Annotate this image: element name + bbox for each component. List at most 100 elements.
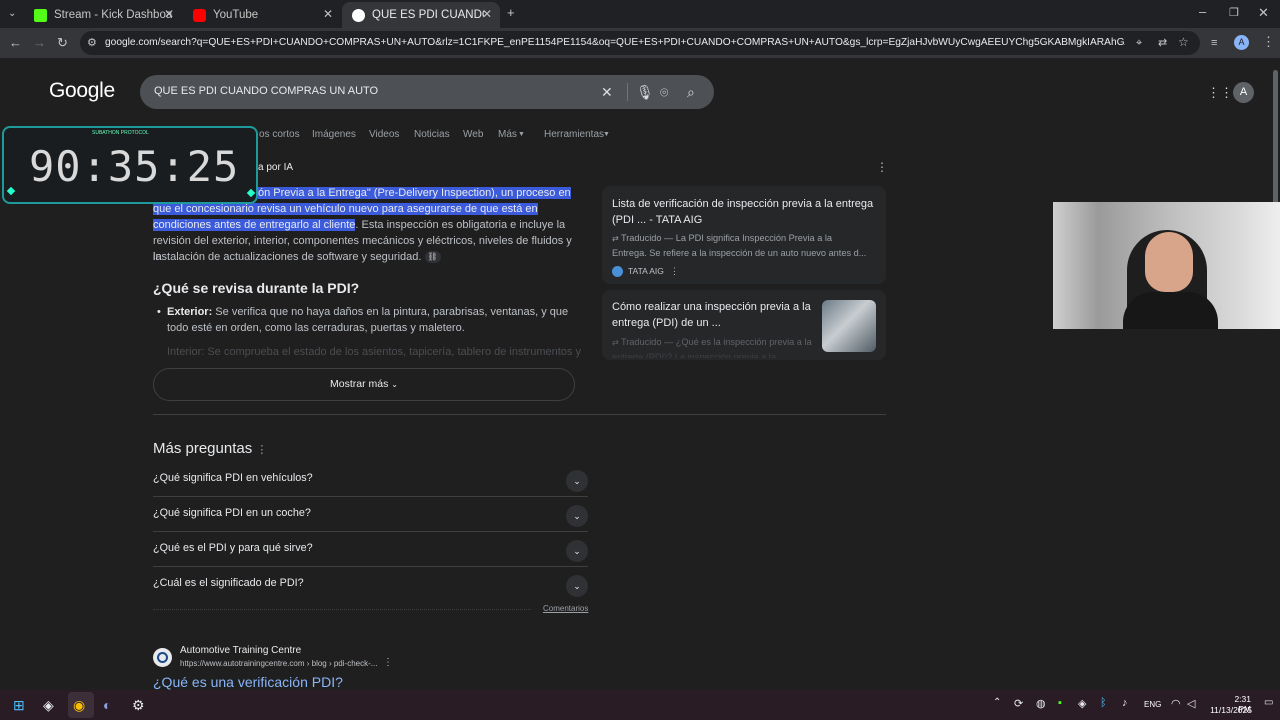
result-url[interactable]: https://www.autotrainingcentre.com › blo… (180, 659, 377, 668)
tab-search-icon[interactable]: ⌄ (8, 7, 16, 21)
more-options-icon[interactable]: ⋮ (876, 160, 888, 174)
search-box[interactable]: QUE ES PDI CUANDO COMPRAS UN AUTO ✕ 🎙 ⌾ … (140, 75, 714, 109)
source-title[interactable]: entrega (PDI) de un ... (612, 315, 721, 331)
bullet-exterior-cont: todo esté en orden, como las cerraduras,… (167, 322, 465, 334)
wifi-icon[interactable]: ◠ (1171, 697, 1181, 710)
result-site-name[interactable]: Automotive Training Centre (180, 645, 301, 656)
source-card[interactable]: Lista de verificación de inspección prev… (602, 186, 886, 284)
paa-item[interactable]: ¿Qué es el PDI y para qué sirve? ⌄ (153, 532, 588, 567)
language-indicator[interactable]: ENG (1144, 700, 1161, 709)
arrow-left-icon[interactable]: ← (9, 36, 22, 50)
chevron-down-icon[interactable]: ⌄ (566, 575, 588, 597)
close-icon[interactable]: ✕ (601, 84, 613, 101)
chevron-down-icon[interactable]: ⌄ (566, 505, 588, 527)
timer-value: 90:35:25 (29, 142, 240, 191)
mic-tray-icon[interactable]: ♪ (1122, 697, 1128, 709)
source-card[interactable]: Cómo realizar una inspección previa a la… (602, 290, 886, 360)
result-title-link[interactable]: ¿Qué es una verificación PDI? (153, 674, 343, 690)
scrollbar[interactable] (1271, 58, 1280, 690)
ai-overview-label: a por IA (258, 162, 294, 173)
camera-icon[interactable]: ⌾ (660, 84, 668, 101)
close-icon[interactable]: ✕ (482, 7, 492, 21)
source-site: TATA AIG (628, 266, 664, 276)
scrollbar-thumb[interactable] (1273, 70, 1278, 210)
search-icon[interactable]: ⌕ (687, 84, 695, 101)
tab-kick[interactable]: Stream - Kick Dashboard ✕ (24, 2, 182, 28)
source-title[interactable]: Lista de verificación de inspección prev… (612, 196, 873, 212)
google-logo[interactable]: Google (49, 79, 115, 103)
show-more-button[interactable]: Mostrar más ⌄ (153, 368, 575, 401)
arrow-right-icon[interactable]: → (33, 36, 46, 50)
source-title[interactable]: Cómo realizar una inspección previa a la (612, 299, 811, 315)
tab-tools[interactable]: Herramientas (544, 129, 604, 140)
notifications-icon[interactable]: ▭ (1264, 697, 1273, 708)
clock-date[interactable]: 11/13/2025 (1208, 705, 1252, 715)
media-icon[interactable]: ≡ (1211, 36, 1217, 50)
tab-google[interactable]: QUE ES PDI CUANDO COMPRA ✕ (342, 2, 500, 28)
steam-tray-icon[interactable]: ◈ (1078, 697, 1086, 710)
close-icon[interactable]: ✕ (323, 7, 333, 21)
close-icon[interactable]: ✕ (164, 7, 174, 21)
minimize-icon[interactable]: – (1199, 5, 1206, 19)
steam-icon[interactable]: ◈ (43, 697, 54, 714)
more-options-icon[interactable]: ⋮ (383, 657, 393, 668)
translate-icon: ⇄ (612, 338, 621, 347)
address-bar[interactable]: ⚙ google.com/search?q=QUE+ES+PDI+CUANDO+… (80, 31, 1200, 55)
settings-app-icon[interactable]: ⚙ (132, 697, 145, 714)
translate-icon[interactable]: ⇄ (1158, 36, 1167, 50)
new-tab-icon[interactable]: + (507, 6, 515, 20)
tray-chevron-icon[interactable]: ⌃ (993, 697, 1001, 708)
location-icon[interactable]: ⌖ (1136, 36, 1142, 50)
url-text[interactable]: google.com/search?q=QUE+ES+PDI+CUANDO+CO… (105, 37, 1125, 48)
tab-images[interactable]: Imágenes (312, 129, 356, 140)
volume-icon[interactable]: ◁ (1187, 697, 1195, 710)
paa-title: Más preguntas ⋮ (153, 440, 268, 457)
more-options-icon[interactable]: ⋮ (670, 264, 679, 279)
mic-icon[interactable]: 🎙 (636, 84, 654, 101)
window-close-icon[interactable]: ✕ (1258, 6, 1269, 20)
site-favicon (153, 648, 172, 667)
source-thumbnail[interactable] (822, 300, 876, 352)
windows-start-icon[interactable]: ⊞ (13, 697, 25, 714)
bluetooth-icon[interactable]: ᛒ (1100, 697, 1107, 709)
feedback-link[interactable]: Comentarios (543, 604, 588, 613)
restore-icon[interactable]: ❐ (1229, 6, 1239, 20)
chevron-down-icon[interactable]: ⌄ (566, 540, 588, 562)
menu-icon[interactable]: ⋮ (1262, 35, 1275, 49)
paa-item[interactable]: ¿Qué significa PDI en vehículos? ⌄ (153, 462, 588, 497)
source-title[interactable]: (PDI ... - TATA AIG (612, 212, 702, 228)
chevron-down-icon: ▼ (603, 131, 610, 138)
apps-grid-icon[interactable]: ⋮⋮ (1207, 85, 1233, 101)
link-icon[interactable]: ⛓ (424, 251, 441, 264)
discord-icon[interactable]: ◐ (103, 697, 111, 713)
tab-news[interactable]: Noticias (414, 129, 450, 140)
windows-taskbar: ⊞ ◈ ◉ ◐ ⚙ ⌃ ⟳ ◍ ▪ ◈ ᛒ ♪ ENG ◠ ◁ 2:31 PM … (0, 690, 1280, 720)
tab-more[interactable]: Más (498, 129, 517, 140)
network-icon[interactable]: ◍ (1036, 697, 1046, 710)
sync-icon[interactable]: ⟳ (1014, 697, 1023, 710)
chevron-down-icon[interactable]: ⌄ (566, 470, 588, 492)
tab-youtube[interactable]: YouTube ✕ (183, 2, 341, 28)
paa-item[interactable]: ¿Qué significa PDI en un coche? ⌄ (153, 497, 588, 532)
tab-strip: ⌄ Stream - Kick Dashboard ✕ YouTube ✕ QU… (0, 0, 1280, 28)
bullet-interior-faded: Interior: Se comprueba el estado de los … (167, 346, 581, 358)
source-snippet: Entrega. Se refiere a la inspección de u… (612, 248, 867, 258)
more-options-icon[interactable]: ⋮ (256, 444, 267, 456)
site-info-icon[interactable]: ⚙ (87, 36, 97, 50)
translate-icon: ⇄ (612, 234, 621, 243)
tab-short-videos[interactable]: os cortos (259, 129, 300, 140)
search-input[interactable]: QUE ES PDI CUANDO COMPRAS UN AUTO (154, 85, 378, 97)
profile-avatar[interactable]: A (1234, 35, 1249, 50)
reload-icon[interactable]: ↻ (57, 36, 68, 50)
star-icon[interactable]: ☆ (1178, 35, 1189, 49)
tab-videos[interactable]: Videos (369, 129, 399, 140)
corner-decoration (6, 186, 16, 196)
tata-aig-icon (612, 266, 623, 277)
webcam-feed (1053, 202, 1280, 329)
tab-web[interactable]: Web (463, 129, 483, 140)
source-snippet: ⇄ Traducido — ¿Qué es la inspección prev… (612, 337, 812, 347)
paa-item[interactable]: ¿Cuál es el significado de PDI? ⌄ (153, 567, 588, 602)
avatar[interactable]: A (1233, 82, 1254, 103)
chrome-icon[interactable]: ◉ (73, 697, 85, 714)
nvidia-icon[interactable]: ▪ (1058, 697, 1062, 709)
